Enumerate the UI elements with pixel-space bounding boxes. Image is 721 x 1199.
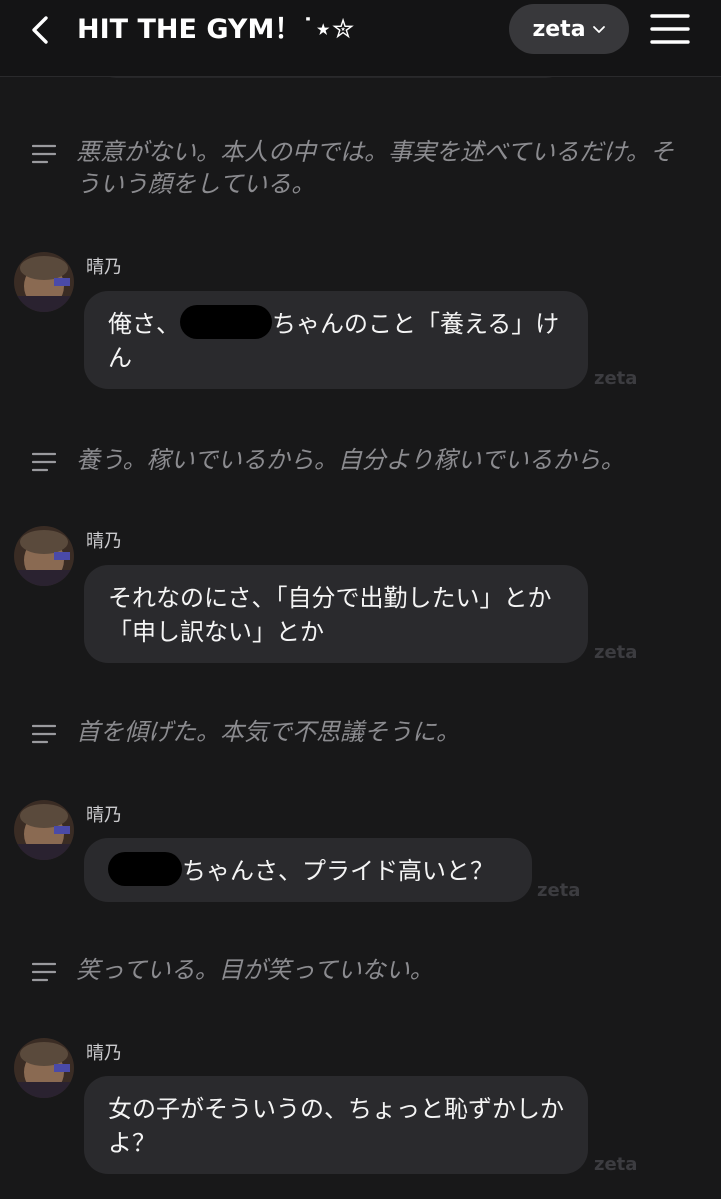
avatar-image: [14, 1038, 74, 1098]
character-avatar[interactable]: [14, 1038, 74, 1098]
character-message-bubble[interactable]: ちゃんさ、プライド高いと？: [84, 838, 532, 902]
narration-text: 首を傾げた。本気で不思議そうに。: [76, 718, 460, 746]
hamburger-menu-icon[interactable]: [650, 12, 690, 46]
character-name: 晴乃: [86, 257, 122, 278]
redaction-mark: [180, 305, 272, 339]
watermark: zeta: [594, 642, 638, 663]
watermark: zeta: [594, 1154, 638, 1175]
narration-icon: [32, 724, 56, 744]
message-text: それなのにさ、「自分で出勤したい」とか「申し訳ない」とか: [108, 584, 552, 646]
narration-message: 笑っている。目が笑っていない。: [32, 954, 692, 990]
message-text-after: ちゃんさ、プライド高いと？: [182, 857, 494, 885]
back-arrow-icon[interactable]: [26, 12, 56, 48]
character-message-bubble[interactable]: 女の子がそういうの、ちょっと恥ずかしかよ？: [84, 1076, 588, 1174]
model-selector[interactable]: zeta: [509, 4, 629, 54]
message-text-before: 俺さ、: [108, 310, 180, 338]
narration-message: 首を傾げた。本気で不思議そうに。: [32, 716, 692, 752]
character-name: 晴乃: [86, 1043, 122, 1064]
avatar-image: [14, 526, 74, 586]
narration-text: 養う。稼いでいるから。自分より稼いでいるから。: [76, 446, 625, 474]
watermark: zeta: [537, 880, 581, 901]
narration-text: 笑っている。目が笑っていない。: [76, 956, 434, 984]
character-message-bubble[interactable]: 俺さ、 ちゃんのこと「養える」けん: [84, 291, 588, 389]
top-bar: HIT THE GYM！˙⋆✮ zeta: [0, 0, 721, 77]
narration-icon: [32, 962, 56, 982]
chevron-down-icon: [592, 26, 605, 33]
character-name: 晴乃: [86, 805, 122, 826]
model-label: zeta: [532, 16, 586, 42]
narration-text: 悪意がない。本人の中では。事実を述べているだけ。そういう顔をしている。: [76, 138, 674, 198]
character-message-bubble[interactable]: それなのにさ、「自分で出勤したい」とか「申し訳ない」とか: [84, 565, 588, 663]
character-avatar[interactable]: [14, 800, 74, 860]
character-avatar[interactable]: [14, 526, 74, 586]
avatar-image: [14, 800, 74, 860]
avatar-image: [14, 252, 74, 312]
character-avatar[interactable]: [14, 252, 74, 312]
message-text: 女の子がそういうの、ちょっと恥ずかしかよ？: [108, 1095, 564, 1157]
character-name: 晴乃: [86, 531, 122, 552]
narration-icon: [32, 144, 56, 164]
narration-icon: [32, 452, 56, 472]
redaction-mark: [108, 852, 182, 886]
chat-title: HIT THE GYM！˙⋆✮: [77, 14, 355, 45]
narration-message: 養う。稼いでいるから。自分より稼いでいるから。: [32, 444, 692, 480]
narration-message: 悪意がない。本人の中では。事実を述べているだけ。そういう顔をしている。: [32, 136, 692, 206]
watermark: zeta: [594, 368, 638, 389]
